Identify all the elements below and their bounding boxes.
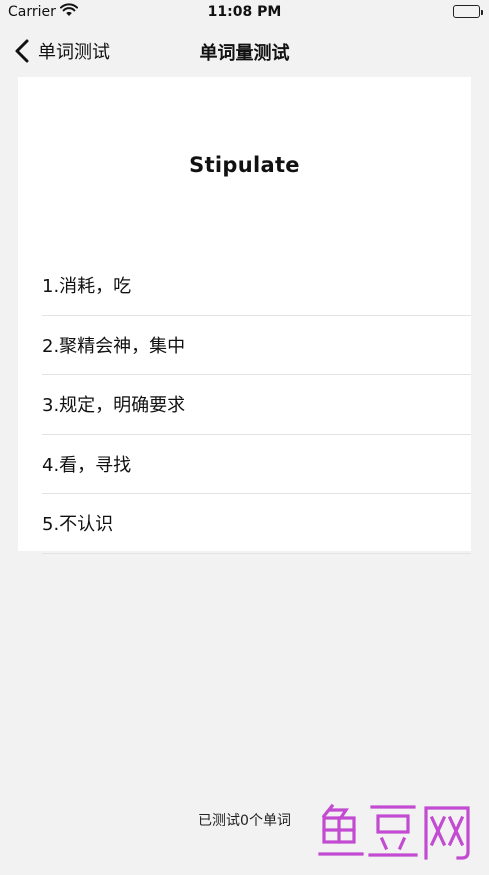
option-1[interactable]: 1.消耗，吃 bbox=[42, 256, 471, 316]
option-2[interactable]: 2.聚精会神，集中 bbox=[42, 316, 471, 375]
status-time: 11:08 PM bbox=[207, 4, 282, 20]
page-title: 单词量测试 bbox=[199, 43, 290, 64]
option-4[interactable]: 4.看，寻找 bbox=[42, 435, 471, 494]
option-3[interactable]: 3.规定，明确要求 bbox=[42, 375, 471, 435]
navigation-bar: 单词测试 单词量测试 bbox=[0, 26, 489, 76]
watermark-logo bbox=[318, 802, 474, 862]
option-5[interactable]: 5.不认识 bbox=[42, 494, 471, 554]
battery-nub bbox=[480, 9, 483, 15]
quiz-word: Stipulate bbox=[189, 153, 300, 177]
battery-icon bbox=[453, 5, 483, 18]
option-list: 1.消耗，吃 2.聚精会神，集中 3.规定，明确要求 4.看，寻找 5.不认识 bbox=[18, 256, 471, 554]
quiz-card: Stipulate 1.消耗，吃 2.聚精会神，集中 3.规定，明确要求 4.看… bbox=[18, 77, 471, 554]
status-bar: Carrier 11:08 PM bbox=[0, 0, 489, 26]
